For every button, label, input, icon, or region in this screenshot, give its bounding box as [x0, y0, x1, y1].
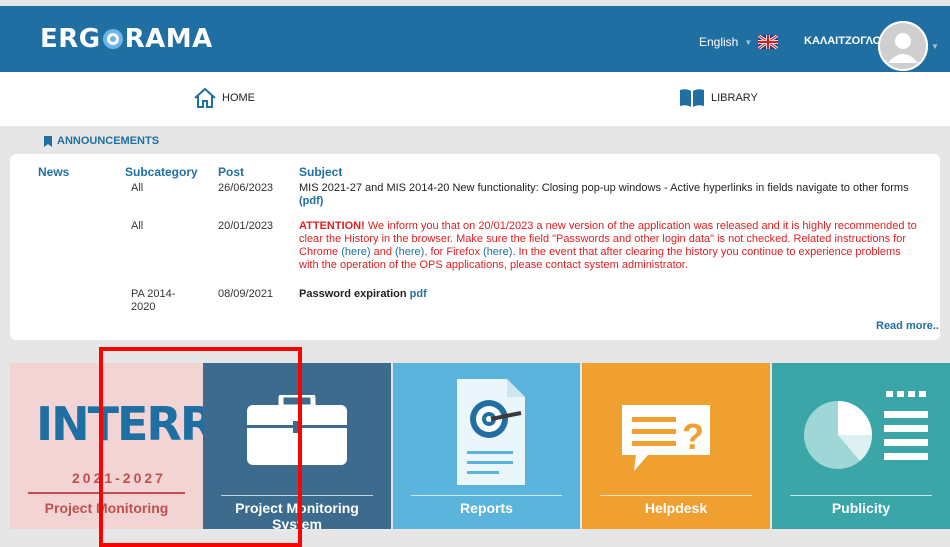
row2-attention-label: ATTENTION!	[299, 220, 365, 232]
nav-library-label: LIBRARY	[711, 92, 758, 104]
logo-text-left: ERG	[40, 24, 101, 54]
language-selector[interactable]: English ▼	[699, 35, 779, 49]
user-menu-chevron-icon[interactable]: ▼	[931, 42, 939, 51]
row2-chrome-link-1[interactable]: (here)	[341, 246, 370, 258]
interreg-divider	[28, 492, 185, 494]
tile-reports[interactable]: Reports	[393, 363, 580, 529]
tile-project-monitoring-system[interactable]: Project Monitoring System	[203, 363, 391, 529]
language-label: English	[699, 35, 739, 49]
tile-helpdesk[interactable]: ? Helpdesk	[582, 363, 770, 529]
announcements-heading: ANNOUNCEMENTS	[44, 135, 159, 147]
row2-chrome-link-2[interactable]: (here)	[395, 246, 424, 258]
book-icon	[680, 89, 704, 107]
user-silhouette-icon	[878, 21, 928, 71]
interreg-logo: INTERREG	[36, 397, 203, 451]
tile-label-line1: Project Monitoring	[235, 500, 359, 516]
nav-library[interactable]: LIBRARY	[679, 88, 758, 108]
row3-pdf-link[interactable]: pdf	[410, 288, 427, 300]
read-more-link[interactable]: Read more..	[876, 320, 939, 332]
avatar[interactable]	[878, 21, 928, 71]
row3-subcategory-line1: PA 2014-	[131, 288, 176, 300]
announcements-title: ANNOUNCEMENTS	[57, 135, 160, 147]
tile-label-project-monitoring-system: Project Monitoring System	[203, 500, 391, 529]
row1-subject: MIS 2021-27 and MIS 2014-20 New function…	[299, 182, 921, 208]
row2-subject-part3: , for Firefox	[424, 246, 484, 258]
tile-interreg-project-monitoring[interactable]: INTERREG 2021-2027 Project Monitoring	[10, 363, 203, 529]
row1-post-date: 26/06/2023	[218, 182, 274, 194]
row3-subject-text: Password expiration	[299, 288, 407, 300]
chevron-down-icon: ▼	[744, 37, 753, 47]
nav-bar: HOME LIBRARY	[0, 72, 950, 126]
tile-label-reports: Reports	[460, 500, 513, 516]
briefcase-icon	[247, 395, 347, 465]
row2-subject: ATTENTION! We inform you that on 20/01/2…	[299, 220, 921, 272]
tile-divider	[790, 495, 932, 496]
row2-firefox-link[interactable]: (here)	[483, 246, 512, 258]
tile-publicity[interactable]: Publicity	[772, 363, 950, 529]
row3-subcategory: PA 2014- 2020	[131, 288, 175, 314]
tile-divider	[600, 495, 752, 496]
tile-divider	[411, 495, 562, 496]
home-icon	[194, 88, 216, 108]
row1-subcategory: All	[131, 182, 144, 194]
column-header-post: Post	[218, 165, 245, 179]
top-bar: ERG RAMA English ▼ ΚΑΛΑΙΤΖΟΓΛΟΥ ▼	[0, 6, 950, 72]
nav-home-label: HOME	[222, 92, 255, 104]
svg-text:?: ?	[682, 416, 704, 457]
row1-subject-text: MIS 2021-27 and MIS 2014-20 New function…	[299, 182, 909, 194]
user-name[interactable]: ΚΑΛΑΙΤΖΟΓΛΟΥ	[804, 35, 888, 47]
column-header-news: News	[38, 165, 70, 179]
ergorama-logo[interactable]: ERG RAMA	[40, 24, 213, 54]
pie-chart-list-icon	[804, 391, 928, 469]
report-target-icon	[457, 379, 525, 485]
tile-divider	[221, 495, 373, 496]
row2-post-date: 20/01/2023	[218, 220, 274, 232]
row2-subcategory: All	[131, 220, 144, 232]
row3-subject: Password expiration pdf	[299, 288, 921, 301]
row2-subject-part2: and	[370, 246, 395, 258]
column-header-subject: Subject	[299, 165, 343, 179]
tile-label-helpdesk: Helpdesk	[644, 500, 708, 516]
uk-flag-icon	[758, 35, 779, 49]
tile-label-line2: System	[272, 516, 322, 529]
speech-bubble-question-icon: ?	[622, 405, 710, 471]
gear-icon	[102, 29, 123, 49]
nav-home[interactable]: HOME	[194, 88, 255, 108]
logo-text-right: RAMA	[124, 24, 213, 54]
row3-subcategory-line2: 2020	[131, 301, 156, 313]
bookmark-icon	[44, 135, 52, 147]
tile-label-publicity: Publicity	[831, 500, 891, 516]
column-header-subcategory: Subcategory	[125, 165, 198, 179]
tile-label-interreg: Project Monitoring	[44, 500, 169, 516]
row1-pdf-link[interactable]: (pdf)	[299, 195, 323, 207]
interreg-years: 2021-2027	[72, 470, 166, 486]
row3-post-date: 08/09/2021	[218, 288, 274, 300]
